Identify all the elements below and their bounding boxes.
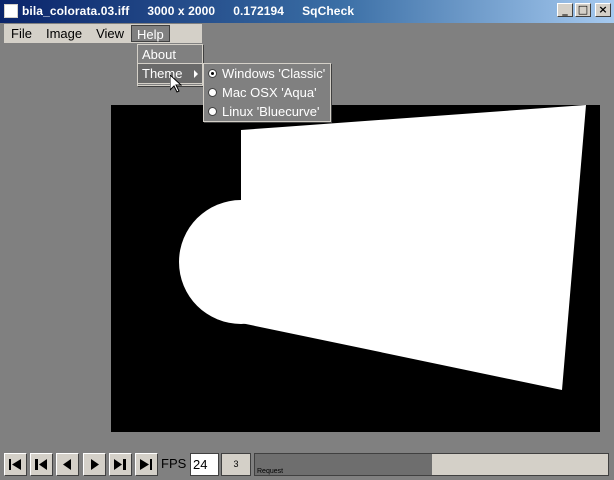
image-shape bbox=[179, 105, 586, 390]
menu-item-about[interactable]: About bbox=[138, 45, 202, 64]
progress-label: Request bbox=[257, 468, 284, 475]
theme-option-label: Mac OSX 'Aqua' bbox=[222, 85, 317, 100]
theme-option-label: Linux 'Bluecurve' bbox=[222, 104, 320, 119]
play-reverse-button[interactable] bbox=[56, 453, 79, 476]
close-button[interactable]: × bbox=[595, 3, 611, 17]
menu-image[interactable]: Image bbox=[39, 25, 89, 42]
play-reverse-icon bbox=[63, 459, 71, 470]
step-forward-button[interactable] bbox=[109, 453, 132, 476]
step-back-icon bbox=[35, 459, 47, 470]
submenu-arrow-icon bbox=[194, 70, 198, 78]
app-icon[interactable] bbox=[4, 4, 18, 18]
mouse-cursor-icon bbox=[170, 75, 182, 93]
last-frame-button[interactable] bbox=[135, 453, 158, 476]
image-canvas[interactable] bbox=[111, 105, 600, 432]
title-app-name: SqCheck bbox=[302, 4, 355, 18]
minimize-button[interactable]: _ bbox=[557, 3, 573, 17]
radio-icon[interactable] bbox=[208, 107, 217, 116]
radio-checked-icon[interactable] bbox=[208, 69, 217, 78]
maximize-button[interactable]: □ bbox=[575, 3, 591, 17]
playback-toolbar: FPS 24 3 Request bbox=[0, 450, 614, 480]
about-label: About bbox=[142, 47, 176, 62]
title-filename: bila_colorata.03.iff bbox=[22, 4, 130, 18]
theme-option-label: Windows 'Classic' bbox=[222, 66, 326, 81]
play-icon bbox=[91, 459, 99, 470]
progress-bar: Request bbox=[254, 453, 609, 476]
menu-bar: File Image View Help bbox=[0, 23, 614, 44]
title-dimensions: 3000 x 2000 bbox=[147, 4, 216, 18]
theme-option-linux[interactable]: Linux 'Bluecurve' bbox=[204, 102, 330, 121]
menu-file[interactable]: File bbox=[4, 25, 39, 42]
window-title: bila_colorata.03.iff 3000 x 2000 0.172194 S… bbox=[22, 4, 372, 18]
first-frame-button[interactable] bbox=[4, 453, 27, 476]
fps-input[interactable]: 24 bbox=[190, 453, 219, 476]
theme-option-mac[interactable]: Mac OSX 'Aqua' bbox=[204, 83, 330, 102]
theme-submenu: Windows 'Classic' Mac OSX 'Aqua' Linux '… bbox=[203, 63, 331, 122]
radio-icon[interactable] bbox=[208, 88, 217, 97]
theme-option-windows[interactable]: Windows 'Classic' bbox=[204, 64, 330, 83]
fps-label: FPS bbox=[161, 456, 187, 471]
title-value: 0.172194 bbox=[233, 4, 285, 18]
frame-number: 3 bbox=[221, 453, 251, 476]
last-frame-icon bbox=[140, 459, 152, 470]
title-bar[interactable]: bila_colorata.03.iff 3000 x 2000 0.172194 S… bbox=[0, 0, 614, 23]
step-back-button[interactable] bbox=[30, 453, 53, 476]
play-button[interactable] bbox=[83, 453, 106, 476]
step-forward-icon bbox=[114, 459, 126, 470]
menu-view[interactable]: View bbox=[89, 25, 131, 42]
menu-help[interactable]: Help bbox=[131, 25, 170, 42]
first-frame-icon bbox=[9, 459, 21, 470]
